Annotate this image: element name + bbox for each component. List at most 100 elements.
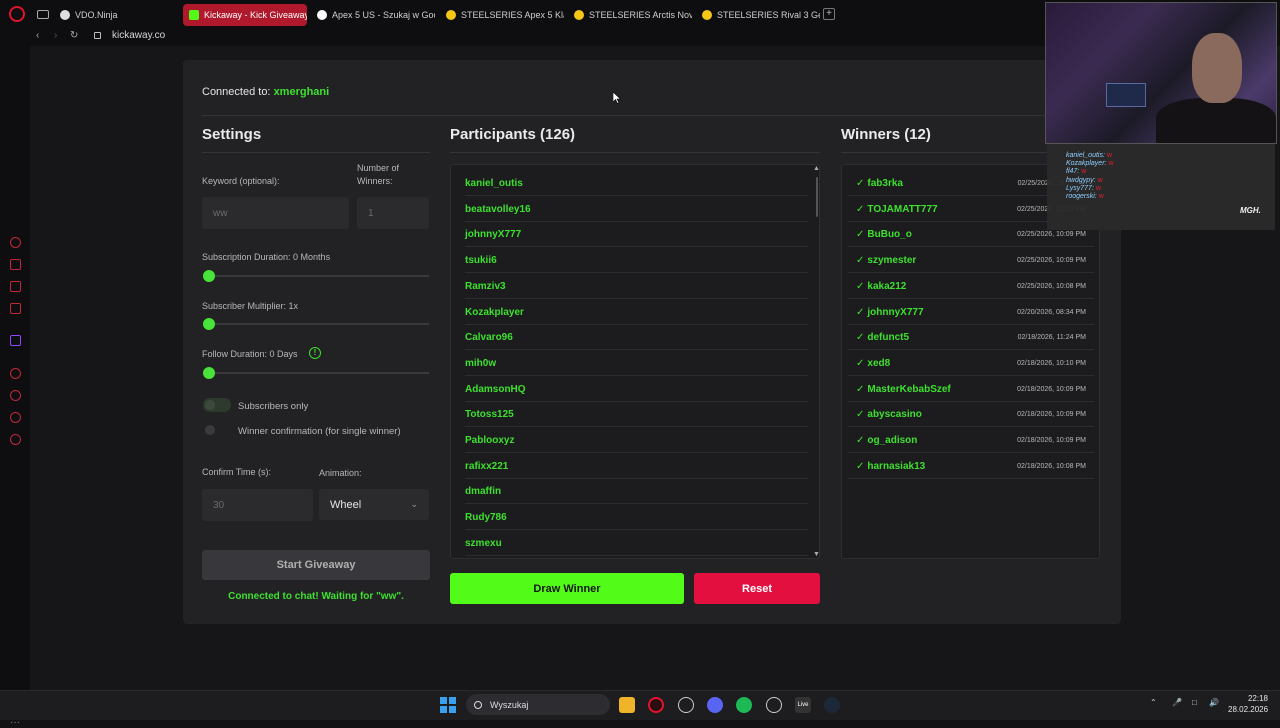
- tab-label: STEELSERIES Arctis Nova: [589, 10, 692, 20]
- taskbar-search[interactable]: Wyszukaj: [466, 694, 610, 715]
- back-arrow-icon[interactable]: ‹: [36, 30, 39, 41]
- player-icon[interactable]: [10, 368, 21, 379]
- settings-icon[interactable]: [10, 434, 21, 445]
- volume-icon[interactable]: 🔊: [1209, 698, 1219, 707]
- participant-item: rafixx221: [465, 454, 808, 479]
- check-icon: ✓: [856, 229, 865, 241]
- participants-list[interactable]: kaniel_outis beatavolley16 johnnyX777 tsuki…: [450, 164, 820, 559]
- winner-name: ✓ harnasiak13: [856, 454, 925, 480]
- spotify-icon[interactable]: [736, 697, 752, 713]
- animation-select[interactable]: Wheel ⌄: [319, 489, 429, 520]
- winners-count-input[interactable]: 1: [357, 197, 429, 229]
- microphone-icon[interactable]: 🎤: [1172, 698, 1182, 707]
- windows-start-icon[interactable]: [440, 697, 456, 713]
- check-icon: ✓: [856, 280, 865, 292]
- bag-icon[interactable]: [10, 259, 21, 270]
- twitch-icon[interactable]: [10, 335, 21, 346]
- winner-name: ✓ BuBuo_o: [856, 222, 912, 248]
- winners-title: Winners (12): [841, 126, 931, 143]
- winner-name-text: defunct5: [867, 332, 910, 344]
- music-icon[interactable]: [10, 303, 21, 314]
- start-giveaway-button[interactable]: Start Giveaway: [202, 550, 430, 580]
- follow-duration-slider[interactable]: [203, 367, 429, 379]
- new-tab-button[interactable]: +: [823, 8, 835, 20]
- live-app-icon[interactable]: Live: [795, 697, 811, 713]
- reload-icon[interactable]: ↻: [70, 30, 78, 41]
- chat-user: roogerski:: [1066, 193, 1097, 200]
- shop-favicon-icon: [702, 10, 712, 20]
- tab-steelseries-rival[interactable]: STEELSERIES Rival 3 Gen: [696, 4, 820, 26]
- draw-winner-button[interactable]: Draw Winner: [450, 573, 684, 604]
- tab-vdo-ninja[interactable]: VDO.Ninja: [54, 4, 180, 26]
- winner-name: ✓ johnnyX777: [856, 300, 924, 326]
- windows-taskbar: [0, 690, 1280, 720]
- subscriber-multiplier-slider[interactable]: [203, 318, 429, 330]
- mouse-cursor-icon: [613, 92, 621, 104]
- slider-thumb[interactable]: [203, 367, 215, 379]
- keyword-input[interactable]: ww: [202, 197, 349, 229]
- info-icon[interactable]: !: [309, 347, 321, 359]
- chat-user: Kozakplayer:: [1066, 160, 1107, 168]
- subscribers-only-toggle[interactable]: [203, 398, 231, 412]
- file-explorer-icon[interactable]: [619, 697, 635, 713]
- scrollbar[interactable]: [816, 177, 818, 217]
- google-favicon-icon: [317, 10, 327, 20]
- tab-label: Kickaway - Kick Giveaway: [204, 10, 307, 20]
- settings-title: Settings: [202, 126, 262, 143]
- extensions-icon[interactable]: [10, 412, 21, 423]
- url-field[interactable]: kickaway.co: [112, 30, 165, 41]
- chat-user: kaniel_outis:: [1066, 152, 1105, 159]
- participant-item: beatavolley16: [465, 197, 808, 222]
- chat-user: Lysy777:: [1066, 184, 1094, 192]
- slider-thumb[interactable]: [203, 270, 215, 282]
- participant-item: Pablooxyz: [465, 428, 808, 453]
- winner-name-text: abyscasino: [867, 409, 922, 421]
- subscription-duration-slider[interactable]: [203, 270, 429, 282]
- tab-label: STEELSERIES Rival 3 Gen: [717, 10, 820, 20]
- history-icon[interactable]: [10, 390, 21, 401]
- participant-item: dmaffin: [465, 479, 808, 505]
- tab-steelseries-apex[interactable]: STEELSERIES Apex 5 Klaw: [440, 4, 564, 26]
- winner-date: 02/18/2026, 10:08 PM: [1017, 462, 1086, 470]
- scroll-up-icon[interactable]: ▲: [813, 165, 819, 172]
- slider-thumb[interactable]: [203, 318, 215, 330]
- connection-prefix: Connected to:: [202, 86, 271, 98]
- tab-kickaway[interactable]: Kickaway - Kick Giveaway: [183, 4, 307, 26]
- opera-logo-icon[interactable]: [9, 6, 25, 22]
- opera-gx-taskbar-icon[interactable]: [648, 697, 664, 713]
- steam-icon[interactable]: [824, 697, 840, 713]
- browser-sidebar: GX ···: [0, 46, 30, 728]
- confirm-time-input[interactable]: 30: [202, 489, 313, 521]
- tab-google-search[interactable]: Apex 5 US - Szukaj w Goo: [311, 4, 435, 26]
- tray-chevron-up-icon[interactable]: ⌃: [1150, 698, 1157, 707]
- forward-arrow-icon[interactable]: ›: [54, 30, 57, 41]
- winner-name-text: johnnyX777: [867, 306, 924, 318]
- connected-channel: xmerghani: [273, 86, 330, 98]
- winner-name-text: fab3rka: [867, 178, 903, 189]
- discord-icon[interactable]: [707, 697, 723, 713]
- participant-item: kaniel_outis: [465, 171, 808, 196]
- tab-steelseries-arctis[interactable]: STEELSERIES Arctis Nova: [568, 4, 692, 26]
- winner-name-text: og_adison: [867, 435, 918, 446]
- tab-overview-icon[interactable]: [37, 9, 49, 19]
- winner-confirmation-toggle[interactable]: [203, 423, 231, 437]
- reset-button[interactable]: Reset: [694, 573, 820, 604]
- participant-item: szmexu: [465, 531, 808, 556]
- lock-icon: [94, 32, 101, 39]
- network-icon[interactable]: □: [1192, 698, 1197, 707]
- obs-icon[interactable]: [766, 697, 782, 713]
- search-placeholder: Wyszukaj: [490, 699, 529, 710]
- scroll-down-icon[interactable]: ▼: [813, 551, 819, 558]
- aria-icon[interactable]: [10, 237, 21, 248]
- winner-name: ✓ abyscasino: [856, 402, 922, 428]
- follow-duration-label: Follow Duration: 0 Days: [202, 349, 298, 359]
- clock-time: 22:18: [1247, 694, 1268, 703]
- chatgpt-icon[interactable]: [678, 697, 694, 713]
- confirm-time-label: Confirm Time (s):: [202, 467, 272, 477]
- system-clock[interactable]: 22:18 28.02.2026: [1228, 693, 1268, 715]
- messenger-icon[interactable]: [10, 281, 21, 292]
- participant-item: Calvaro96: [465, 325, 808, 351]
- chat-message: Kozakplayer: w: [1066, 160, 1114, 167]
- subscriber-multiplier-label: Subscriber Multiplier: 1x: [202, 301, 299, 311]
- winner-name: ✓ fab3rka: [856, 171, 903, 197]
